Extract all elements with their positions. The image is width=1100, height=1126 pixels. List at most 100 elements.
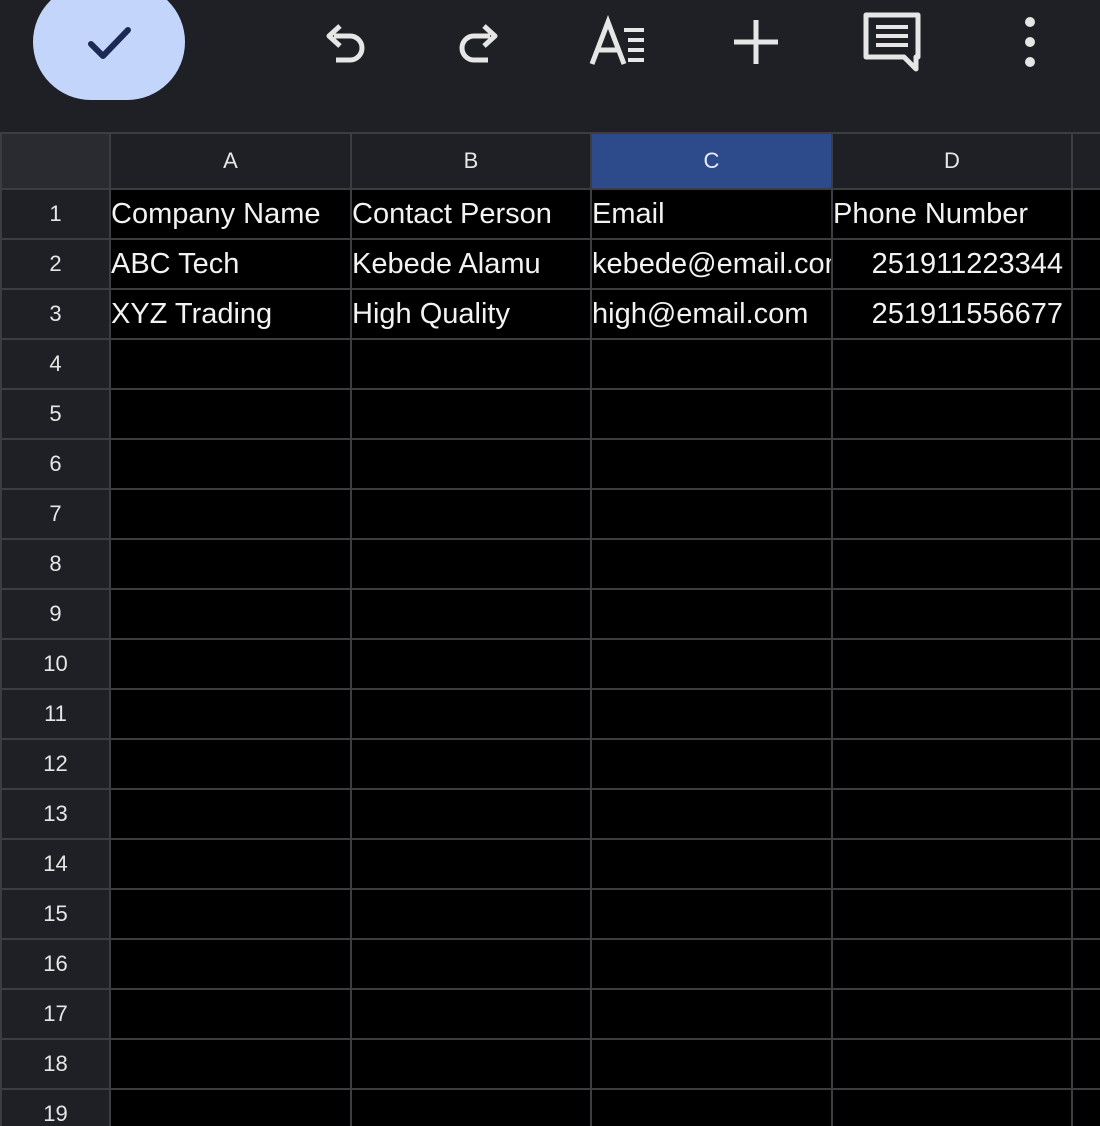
cell-d13[interactable] [831, 788, 1073, 840]
cell-a15[interactable] [109, 888, 352, 940]
cell-c6[interactable] [590, 438, 833, 490]
cell-d11[interactable] [831, 688, 1073, 740]
cell-d6[interactable] [831, 438, 1073, 490]
cell-e1[interactable] [1071, 188, 1100, 240]
select-all-corner[interactable] [0, 132, 111, 190]
cell-d19[interactable] [831, 1088, 1073, 1126]
cell-b11[interactable] [350, 688, 592, 740]
row-header[interactable]: 11 [0, 688, 111, 740]
row-header[interactable]: 17 [0, 988, 111, 1040]
cell-b12[interactable] [350, 738, 592, 790]
cell-c10[interactable] [590, 638, 833, 690]
undo-button[interactable] [304, 8, 384, 76]
cell-e2[interactable] [1071, 238, 1100, 290]
cell-d2[interactable]: 251911223344 [831, 238, 1073, 290]
row-header[interactable]: 2 [0, 238, 111, 290]
cell-b3[interactable]: High Quality [350, 288, 592, 340]
cell-a5[interactable] [109, 388, 352, 440]
cell-a14[interactable] [109, 838, 352, 890]
row-header[interactable]: 10 [0, 638, 111, 690]
cell-a2[interactable]: ABC Tech [109, 238, 352, 290]
cell-b7[interactable] [350, 488, 592, 540]
row-header[interactable]: 16 [0, 938, 111, 990]
row-header[interactable]: 8 [0, 538, 111, 590]
cell-d14[interactable] [831, 838, 1073, 890]
cell-a18[interactable] [109, 1038, 352, 1090]
cell-b5[interactable] [350, 388, 592, 440]
cell-b1[interactable]: Contact Person [350, 188, 592, 240]
cell-c14[interactable] [590, 838, 833, 890]
cell-d7[interactable] [831, 488, 1073, 540]
cell-d15[interactable] [831, 888, 1073, 940]
cell-a9[interactable] [109, 588, 352, 640]
cell-c5[interactable] [590, 388, 833, 440]
cell-d5[interactable] [831, 388, 1073, 440]
cell-e5[interactable] [1071, 388, 1100, 440]
cell-e11[interactable] [1071, 688, 1100, 740]
row-header[interactable]: 12 [0, 738, 111, 790]
cell-d9[interactable] [831, 588, 1073, 640]
cell-c9[interactable] [590, 588, 833, 640]
cell-a16[interactable] [109, 938, 352, 990]
cell-c12[interactable] [590, 738, 833, 790]
cell-d1[interactable]: Phone Number [831, 188, 1073, 240]
row-header[interactable]: 6 [0, 438, 111, 490]
cell-b8[interactable] [350, 538, 592, 590]
done-button[interactable] [33, 0, 185, 100]
cell-d3[interactable]: 251911556677 [831, 288, 1073, 340]
cell-d10[interactable] [831, 638, 1073, 690]
cell-c19[interactable] [590, 1088, 833, 1126]
cell-a8[interactable] [109, 538, 352, 590]
cell-e15[interactable] [1071, 888, 1100, 940]
cell-d16[interactable] [831, 938, 1073, 990]
cell-d4[interactable] [831, 338, 1073, 390]
cell-e16[interactable] [1071, 938, 1100, 990]
row-header[interactable]: 13 [0, 788, 111, 840]
cell-b17[interactable] [350, 988, 592, 1040]
cell-b9[interactable] [350, 588, 592, 640]
cell-a1[interactable]: Company Name [109, 188, 352, 240]
cell-b6[interactable] [350, 438, 592, 490]
redo-button[interactable] [440, 8, 520, 76]
insert-button[interactable] [716, 8, 796, 76]
cell-a6[interactable] [109, 438, 352, 490]
cell-a13[interactable] [109, 788, 352, 840]
cell-e18[interactable] [1071, 1038, 1100, 1090]
cell-d12[interactable] [831, 738, 1073, 790]
cell-b10[interactable] [350, 638, 592, 690]
cell-c13[interactable] [590, 788, 833, 840]
cell-c17[interactable] [590, 988, 833, 1040]
row-header[interactable]: 9 [0, 588, 111, 640]
cell-e7[interactable] [1071, 488, 1100, 540]
cell-c7[interactable] [590, 488, 833, 540]
more-options-button[interactable] [990, 8, 1070, 76]
cell-c3[interactable]: high@email.com [590, 288, 833, 340]
cell-e6[interactable] [1071, 438, 1100, 490]
cell-e14[interactable] [1071, 838, 1100, 890]
row-header[interactable]: 15 [0, 888, 111, 940]
cell-c4[interactable] [590, 338, 833, 390]
row-header[interactable]: 4 [0, 338, 111, 390]
cell-b16[interactable] [350, 938, 592, 990]
cell-b4[interactable] [350, 338, 592, 390]
cell-c11[interactable] [590, 688, 833, 740]
cell-c8[interactable] [590, 538, 833, 590]
column-header-a[interactable]: A [109, 132, 352, 190]
column-header-b[interactable]: B [350, 132, 592, 190]
cell-d8[interactable] [831, 538, 1073, 590]
cell-a17[interactable] [109, 988, 352, 1040]
cell-e8[interactable] [1071, 538, 1100, 590]
row-header[interactable]: 3 [0, 288, 111, 340]
cell-a7[interactable] [109, 488, 352, 540]
cell-e19[interactable] [1071, 1088, 1100, 1126]
cell-e10[interactable] [1071, 638, 1100, 690]
row-header[interactable]: 14 [0, 838, 111, 890]
cell-c18[interactable] [590, 1038, 833, 1090]
cell-b13[interactable] [350, 788, 592, 840]
cell-a19[interactable] [109, 1088, 352, 1126]
cell-e12[interactable] [1071, 738, 1100, 790]
cell-a10[interactable] [109, 638, 352, 690]
cell-b15[interactable] [350, 888, 592, 940]
cell-e9[interactable] [1071, 588, 1100, 640]
cell-d18[interactable] [831, 1038, 1073, 1090]
